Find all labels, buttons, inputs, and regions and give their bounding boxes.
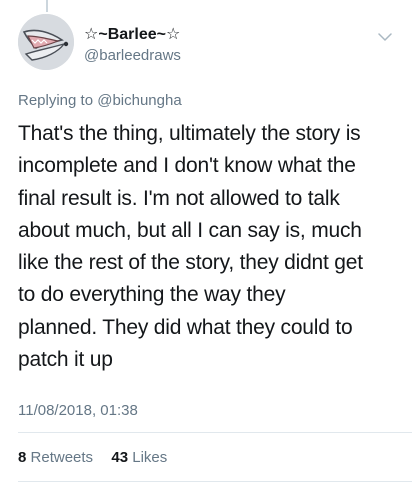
avatar[interactable]: [18, 14, 74, 70]
replying-to-line: Replying to @bichungha: [18, 92, 182, 109]
tweet-text-line: That's the thing, ultimately the story i…: [18, 122, 361, 145]
tweet-timestamp[interactable]: 11/08/2018, 01:38: [18, 402, 138, 419]
thread-connector-line: [46, 0, 48, 12]
author-display-name[interactable]: ☆~Barlee~☆: [84, 24, 180, 44]
replying-to-prefix: Replying to: [18, 92, 94, 109]
tweet-text-line: final result is. I'm not allowed to talk: [18, 186, 340, 210]
replying-to-user-link[interactable]: @bichungha: [97, 92, 181, 109]
tweet-text-line: incomplete and I don't know what the: [18, 154, 356, 178]
divider: [18, 432, 412, 433]
retweets-label: Retweets: [30, 449, 94, 466]
tweet-text-line: patch it up: [18, 348, 113, 372]
tweet-text: That's the thing, ultimately the story i…: [18, 118, 402, 376]
tweet-text-line: planned. They did what they could to: [18, 315, 353, 339]
retweets-count: 8: [18, 449, 27, 466]
retweets-stat[interactable]: 8 Retweets: [18, 449, 97, 466]
tweet-text-line: like the rest of the story, they didnt g…: [18, 251, 363, 275]
likes-label: Likes: [132, 449, 168, 466]
likes-stat[interactable]: 43 Likes: [107, 449, 167, 466]
divider: [18, 481, 412, 482]
chevron-down-icon[interactable]: [376, 28, 394, 46]
tweet-text-line: about much, but all I can say is, much: [18, 218, 362, 242]
likes-count: 43: [111, 449, 129, 466]
tweet-stats: 8 Retweets 43 Likes: [18, 449, 167, 466]
tweet-text-line: to do everything the way they: [18, 283, 286, 307]
avatar-drawing-icon: [18, 14, 74, 70]
author-handle[interactable]: @barleedraws: [84, 47, 181, 64]
